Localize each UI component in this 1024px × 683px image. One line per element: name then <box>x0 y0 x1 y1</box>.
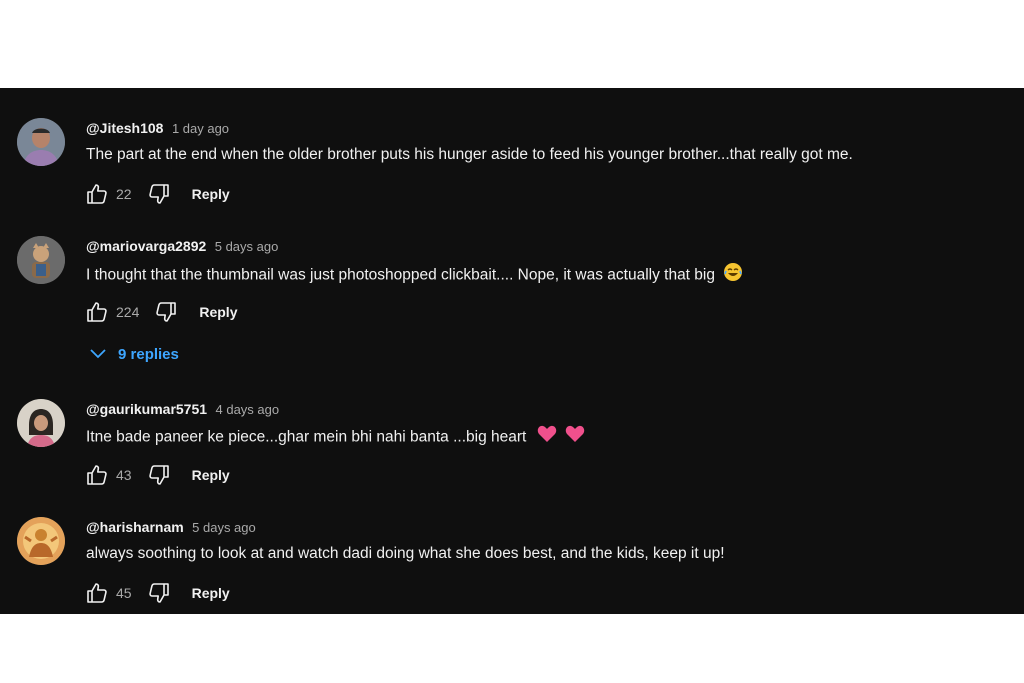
comment-author[interactable]: @harisharnam <box>86 519 184 535</box>
comment-author[interactable]: @gaurikumar5751 <box>86 401 207 417</box>
reply-button[interactable]: Reply <box>192 585 230 601</box>
avatar[interactable] <box>17 399 65 447</box>
thumbs-down-icon[interactable] <box>146 182 172 206</box>
like-count: 224 <box>116 304 140 320</box>
thumbs-up-icon[interactable] <box>84 300 110 324</box>
comment-time[interactable]: 1 day ago <box>172 121 229 136</box>
replies-label: 9 replies <box>118 345 179 363</box>
like-count: 22 <box>116 186 132 202</box>
like-count: 45 <box>116 585 132 601</box>
comment-time[interactable]: 4 days ago <box>216 402 280 417</box>
comment-actions: 43 Reply <box>84 463 230 487</box>
comment-time[interactable]: 5 days ago <box>192 520 256 535</box>
pink-heart-emoji <box>565 425 585 450</box>
avatar[interactable] <box>17 236 65 284</box>
thumbs-down-icon[interactable] <box>146 463 172 487</box>
thumbs-down-icon[interactable] <box>146 581 172 605</box>
laughing-emoji <box>723 262 743 289</box>
comment-text: always soothing to look at and watch dad… <box>86 545 725 562</box>
view-replies-button[interactable]: 9 replies <box>90 342 179 366</box>
avatar[interactable] <box>17 517 65 565</box>
reply-button[interactable]: Reply <box>192 467 230 483</box>
thumbs-up-icon[interactable] <box>84 182 110 206</box>
avatar[interactable] <box>17 118 65 166</box>
comment-text: I thought that the thumbnail was just ph… <box>86 266 715 284</box>
comment-text-row: I thought that the thumbnail was just ph… <box>86 262 743 289</box>
comment-actions: 224 Reply <box>84 300 237 324</box>
comment-text-row: Itne bade paneer ke piece...ghar mein bh… <box>86 425 585 450</box>
thumbs-down-icon[interactable] <box>153 300 179 324</box>
like-count: 43 <box>116 467 132 483</box>
reply-button[interactable]: Reply <box>192 186 230 202</box>
comment-time[interactable]: 5 days ago <box>215 239 279 254</box>
pink-heart-emoji <box>537 425 557 450</box>
chevron-down-icon <box>90 346 106 363</box>
comment-author[interactable]: @mariovarga2892 <box>86 238 206 254</box>
thumbs-up-icon[interactable] <box>84 581 110 605</box>
reply-button[interactable]: Reply <box>199 304 237 320</box>
comment-author[interactable]: @Jitesh108 <box>86 120 163 136</box>
comment-text: The part at the end when the older broth… <box>86 146 853 163</box>
comment-text: Itne bade paneer ke piece...ghar mein bh… <box>86 428 527 446</box>
thumbs-up-icon[interactable] <box>84 463 110 487</box>
comment-actions: 45 Reply <box>84 581 230 605</box>
comments-panel: @Jitesh108 1 day ago The part at the end… <box>0 88 1024 614</box>
comment-actions: 22 Reply <box>84 182 230 206</box>
